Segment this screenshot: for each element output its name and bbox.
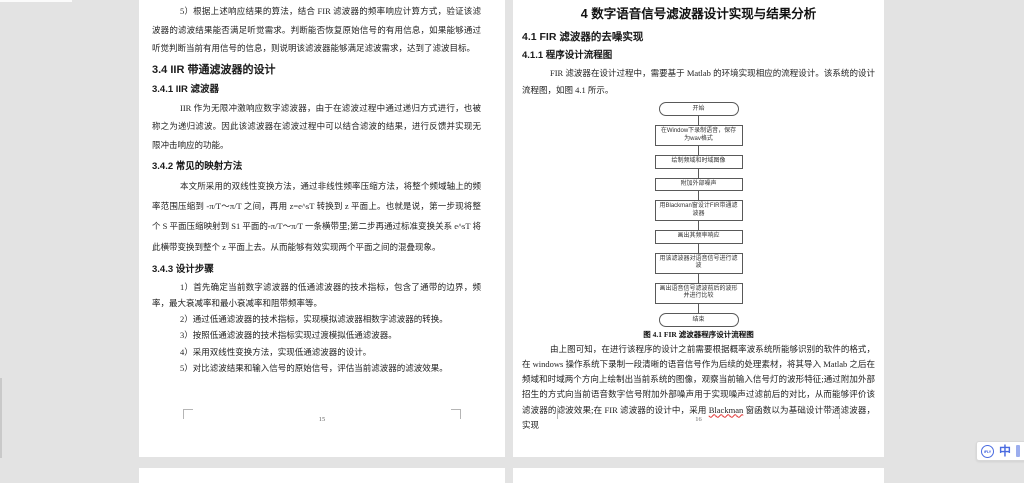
document-viewer-canvas: 5）根据上述响应结果的算法，结合 FIR 滤波器的频率响应计算方式，验证该滤波器…	[0, 0, 1024, 483]
chapter-4-title: 4 数字语音信号滤波器设计实现与结果分析	[580, 7, 817, 21]
flowchart-node-compare-waveforms: 画出语音信号滤波前后的波形并进行比较	[654, 282, 743, 304]
paragraph-flowchart-intro: FIR 滤波器在设计过程中，需要基于 Matlab 的环境实现相应的流程设计。该…	[522, 68, 875, 95]
flowchart-node-record: 在Window下录制语音，保存为wav格式	[654, 125, 743, 146]
spellcheck-flagged-word: Blackman	[708, 404, 744, 415]
flowchart-connector	[698, 168, 699, 178]
design-step-item: 2）通过低通滤波器的技术指标，实现模拟滤波器相数字滤波器的转换。	[180, 314, 448, 325]
heading-3-4: 3.4 IIR 带通滤波器的设计	[152, 63, 276, 76]
paragraph-step5-fir: 5）根据上述响应结果的算法，结合 FIR 滤波器的频率响应计算方式，验证该滤波器…	[152, 6, 481, 53]
ime-clipped-icon[interactable]	[1016, 445, 1021, 457]
heading-4-1: 4.1 FIR 滤波器的去噪实现	[522, 31, 644, 43]
flowchart-connector	[698, 243, 699, 253]
scrollbar-remnant[interactable]	[0, 378, 2, 458]
design-step-item: 4）采用双线性变换方法，实现低通滤波器的设计。	[180, 346, 372, 357]
heading-4-1-1: 4.1.1 程序设计流程图	[522, 50, 613, 61]
page-15-content: 5）根据上述响应结果的算法，结合 FIR 滤波器的频率响应计算方式，验证该滤波器…	[139, 0, 505, 376]
page-16-content: 4 数字语音信号滤波器设计实现与结果分析 4.1 FIR 滤波器的去噪实现 4.…	[513, 0, 884, 433]
heading-3-4-2: 3.4.2 常见的映射方法	[152, 161, 243, 172]
flowchart-node-add-noise: 附加外部噪声	[654, 177, 743, 191]
paragraph-mapping-method: 本文所采用的双线性变换方法，通过非线性频率压缩方法，将整个频域轴上的频率范围压缩…	[152, 181, 481, 252]
page-number-15: 15	[318, 416, 326, 423]
window-edge-sliver	[0, 0, 72, 2]
flowchart-node-plot-domains: 绘制频域和时域图像	[654, 155, 743, 169]
flowchart-node-blackman-design: 用Blackman窗设计FIR带通滤波器	[654, 200, 743, 221]
flowchart-connector	[698, 116, 699, 125]
design-step-item: 1）首先确定当前数字滤波器的低通滤波器的技术指标，包含了通带的边界，频率，最大衰…	[152, 281, 481, 309]
figure-4-1-caption: 图 4.1 FIR 滤波器程序设计流程图	[643, 329, 754, 339]
ifly-logo-icon[interactable]: iFLY	[981, 444, 994, 458]
flowchart-connector	[698, 273, 699, 283]
ime-chinese-mode-toggle[interactable]: 中	[999, 441, 1011, 461]
flowchart-connector	[698, 221, 699, 230]
page-number-16: 16	[695, 416, 702, 423]
ime-status-bar[interactable]: iFLY 中	[976, 441, 1024, 461]
document-page-15[interactable]: 5）根据上述响应结果的算法，结合 FIR 滤波器的频率响应计算方式，验证该滤波器…	[139, 0, 505, 457]
heading-3-4-3: 3.4.3 设计步骤	[152, 263, 214, 275]
design-step-item: 3）按照低通滤波器的技术指标实现过渡模拟低通滤波器。	[180, 330, 397, 341]
flowchart-connector	[698, 303, 699, 313]
flowchart-connector	[698, 146, 699, 155]
design-steps-list: 1）首先确定当前数字滤波器的低通滤波器的技术指标，包含了通带的边界，频率，最大衰…	[152, 279, 481, 376]
flowchart-node-end: 结束	[658, 312, 739, 327]
next-page-preview-left[interactable]	[139, 468, 505, 483]
fir-design-flowchart: 开始 在Window下录制语音，保存为wav格式 绘制频域和时域图像 附加外部噪…	[522, 102, 875, 327]
flowchart-node-filter-signal: 用该滤波器对语音信号进行滤波	[654, 252, 743, 274]
flowchart-node-freq-response: 画出其频率响应	[654, 230, 743, 244]
paragraph-iir-filter: IIR 作为无限冲激响应数字滤波器，由于在滤波过程中通过递归方式进行，也被称之为…	[152, 102, 481, 150]
next-page-preview-right[interactable]	[513, 468, 884, 483]
heading-3-4-1: 3.4.1 IIR 滤波器	[152, 83, 220, 95]
flowchart-node-start: 开始	[658, 102, 739, 116]
document-page-16[interactable]: 4 数字语音信号滤波器设计实现与结果分析 4.1 FIR 滤波器的去噪实现 4.…	[513, 0, 884, 457]
flowchart-connector	[698, 191, 699, 200]
design-step-item: 5）对比滤波结果和输入信号的原始信号，评估当前滤波器的滤波效果。	[180, 362, 448, 373]
